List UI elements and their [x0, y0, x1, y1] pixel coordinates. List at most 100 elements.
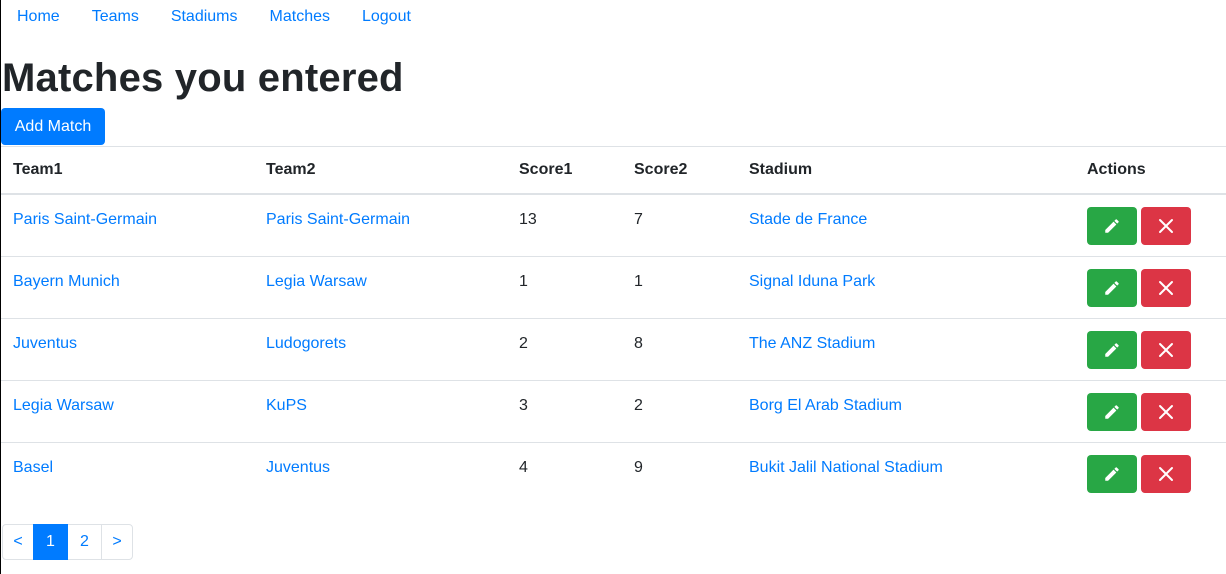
stadium-link[interactable]: Borg El Arab Stadium — [749, 397, 902, 414]
row-actions — [1087, 381, 1226, 431]
column-header-stadium: Stadium — [737, 146, 1075, 195]
team1-cell: Bayern Munich — [1, 255, 254, 318]
row-actions — [1087, 319, 1226, 369]
team1-link[interactable]: Basel — [13, 459, 53, 476]
score2-value: 8 — [634, 334, 643, 352]
edit-button[interactable] — [1087, 454, 1137, 493]
edit-button[interactable] — [1087, 207, 1137, 245]
row-actions — [1087, 257, 1226, 307]
team1-link[interactable]: Bayern Munich — [13, 273, 120, 290]
stadium-link[interactable]: Signal Iduna Park — [749, 273, 875, 290]
team2-link[interactable]: Legia Warsaw — [266, 273, 367, 290]
actions-cell — [1075, 193, 1226, 256]
team1-cell: Legia Warsaw — [1, 379, 254, 442]
nav-matches-link[interactable]: Matches — [254, 0, 346, 34]
team1-link[interactable]: Paris Saint-Germain — [13, 211, 157, 228]
team1-link[interactable]: Legia Warsaw — [13, 397, 114, 414]
table-row: Bayern Munich Legia Warsaw 1 1 Signal Id… — [1, 255, 1226, 318]
pagination: < 1 2 > — [2, 524, 133, 560]
close-icon — [1159, 466, 1173, 481]
team1-cell: Paris Saint-Germain — [1, 193, 254, 256]
stadium-cell: Stade de France — [737, 193, 1075, 256]
stadium-link[interactable]: Stade de France — [749, 211, 867, 228]
team2-cell: Paris Saint-Germain — [254, 193, 507, 256]
pagination-next[interactable]: > — [101, 524, 133, 560]
page: Home Teams Stadiums Matches Logout Match… — [0, 0, 1226, 574]
delete-button[interactable] — [1141, 268, 1191, 307]
stadium-cell: The ANZ Stadium — [737, 317, 1075, 380]
stadium-cell: Bukit Jalil National Stadium — [737, 441, 1075, 504]
close-icon — [1159, 404, 1173, 419]
stadium-link[interactable]: The ANZ Stadium — [749, 335, 875, 352]
matches-table: Team1 Team2 Score1 Score2 Stadium Action… — [1, 146, 1226, 504]
page-title: Matches you entered — [2, 56, 404, 100]
edit-button[interactable] — [1087, 392, 1137, 431]
nav-logout-link[interactable]: Logout — [346, 0, 427, 34]
delete-button[interactable] — [1141, 392, 1191, 431]
score2-cell: 8 — [622, 317, 737, 380]
table-row: Legia Warsaw KuPS 3 2 Borg El Arab Stadi… — [1, 379, 1226, 442]
score2-cell: 2 — [622, 379, 737, 442]
nav-teams-link[interactable]: Teams — [76, 0, 155, 34]
team2-link[interactable]: KuPS — [266, 397, 307, 414]
pencil-icon — [1105, 219, 1119, 233]
table-header-row: Team1 Team2 Score1 Score2 Stadium Action… — [1, 146, 1226, 195]
table-header: Team1 Team2 Score1 Score2 Stadium Action… — [1, 146, 1226, 195]
team2-cell: Ludogorets — [254, 317, 507, 380]
delete-button[interactable] — [1141, 207, 1191, 245]
team2-cell: Juventus — [254, 441, 507, 504]
team2-link[interactable]: Ludogorets — [266, 335, 346, 352]
score2-cell: 1 — [622, 255, 737, 318]
team2-link[interactable]: Juventus — [266, 459, 330, 476]
nav-stadiums-link[interactable]: Stadiums — [155, 0, 254, 34]
pencil-icon — [1105, 280, 1119, 295]
delete-button[interactable] — [1141, 454, 1191, 493]
delete-button[interactable] — [1141, 330, 1191, 369]
actions-cell — [1075, 441, 1226, 504]
pencil-icon — [1105, 466, 1119, 481]
score1-value: 2 — [519, 334, 528, 352]
pencil-icon — [1105, 404, 1119, 419]
column-header-score1: Score1 — [507, 146, 622, 195]
team2-cell: Legia Warsaw — [254, 255, 507, 318]
stadium-cell: Borg El Arab Stadium — [737, 379, 1075, 442]
actions-cell — [1075, 255, 1226, 318]
score1-cell: 4 — [507, 441, 622, 504]
score1-value: 1 — [519, 272, 528, 290]
score1-value: 4 — [519, 458, 528, 476]
close-icon — [1159, 280, 1173, 295]
team2-link[interactable]: Paris Saint-Germain — [266, 211, 410, 228]
score2-value: 2 — [634, 396, 643, 414]
score1-cell: 2 — [507, 317, 622, 380]
close-icon — [1159, 342, 1173, 357]
score1-cell: 1 — [507, 255, 622, 318]
score1-value: 13 — [519, 211, 537, 228]
score2-cell: 7 — [622, 193, 737, 256]
stadium-link[interactable]: Bukit Jalil National Stadium — [749, 459, 943, 476]
pagination-page-2[interactable]: 2 — [67, 524, 102, 560]
table-row: Juventus Ludogorets 2 8 The ANZ Stadium — [1, 317, 1226, 380]
stadium-cell: Signal Iduna Park — [737, 255, 1075, 318]
actions-cell — [1075, 379, 1226, 442]
column-header-team2: Team2 — [254, 146, 507, 195]
table-row: Basel Juventus 4 9 Bukit Jalil National … — [1, 441, 1226, 504]
column-header-score2: Score2 — [622, 146, 737, 195]
add-match-button[interactable]: Add Match — [1, 108, 105, 145]
team1-cell: Basel — [1, 441, 254, 504]
edit-button[interactable] — [1087, 330, 1137, 369]
pencil-icon — [1105, 342, 1119, 357]
pagination-page-1[interactable]: 1 — [33, 524, 68, 560]
pagination-prev[interactable]: < — [2, 524, 34, 560]
edit-button[interactable] — [1087, 268, 1137, 307]
score2-value: 7 — [634, 211, 643, 228]
team1-link[interactable]: Juventus — [13, 335, 77, 352]
close-icon — [1159, 219, 1173, 233]
score1-cell: 3 — [507, 379, 622, 442]
column-header-team1: Team1 — [1, 146, 254, 195]
score1-cell: 13 — [507, 193, 622, 256]
team1-cell: Juventus — [1, 317, 254, 380]
score2-value: 1 — [634, 272, 643, 290]
score2-cell: 9 — [622, 441, 737, 504]
nav-home-link[interactable]: Home — [1, 0, 76, 34]
score2-value: 9 — [634, 458, 643, 476]
